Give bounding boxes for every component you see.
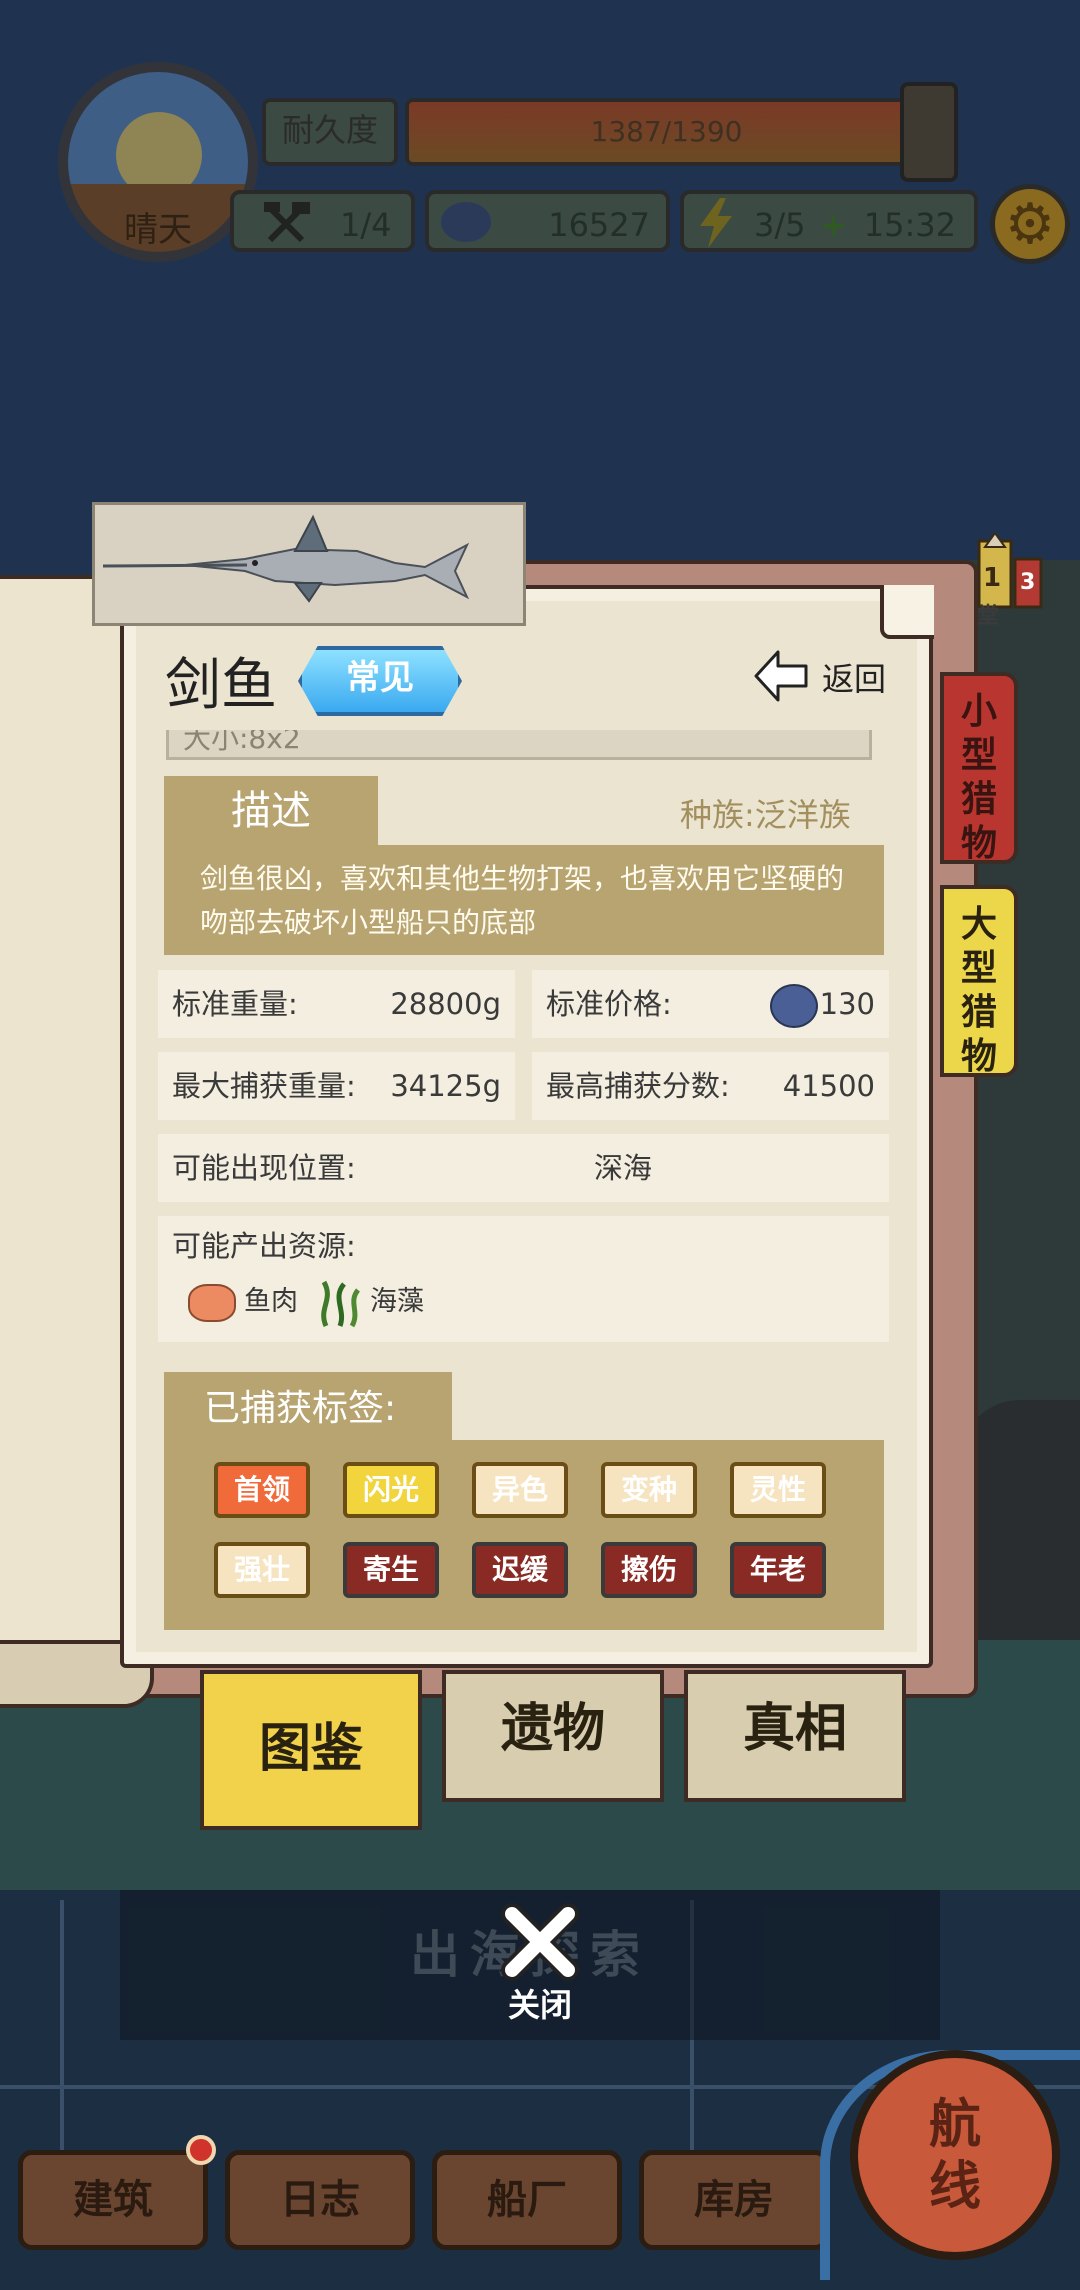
resources-label: 可能产出资源: [172,1229,356,1263]
tab-truth[interactable]: 真相 [684,1670,906,1802]
lightning-icon [700,198,732,248]
size-text: 大小:8x2 [166,730,872,760]
book-left-page [0,575,139,1683]
tag-shiny[interactable]: 闪光 [343,1462,439,1518]
shell-coin-icon [770,984,818,1028]
durability-value: 1387/1390 [590,115,743,148]
seaweed-icon [321,1280,361,1328]
max-score-value: 41500 [782,1069,875,1103]
tab-large-prey-label: 大型猎物 [960,904,997,1077]
location: 可能出现位置: 深海 [158,1134,889,1202]
grid-line [60,1900,64,2150]
durability-bar: 1387/1390 [405,98,928,166]
race-label: 种族:泛洋族 [680,796,851,834]
max-weight-label: 最大捕获重量: [172,1069,356,1103]
energy-timer: 15:32 [863,206,956,244]
tab-relics[interactable]: 遗物 [442,1670,664,1802]
tag-old[interactable]: 年老 [730,1542,826,1598]
captured-tags-title: 已捕获标签: [164,1372,452,1446]
resource-seaweed-label: 海藻 [370,1286,424,1317]
settings-gear-icon[interactable]: ⚙ [990,184,1070,264]
temple-rank: 1 [983,563,1002,593]
tool-count: 1/4 [340,206,392,244]
rarity-badge: 常见 [298,646,462,716]
hammer-pick-icon [264,202,310,243]
energy-counter[interactable]: 3/5 + 15:32 [680,190,978,252]
energy-amount: 3/5 [754,206,806,244]
weather-indicator: 晴天 [58,62,258,262]
fish-meat-icon [188,1284,236,1322]
standard-price-value: 130 [819,987,875,1021]
max-score: 最高捕获分数: 41500 [532,1052,889,1120]
nav-log[interactable]: 日志 [225,2150,415,2250]
tag-leader[interactable]: 首领 [214,1462,310,1518]
close-label[interactable]: 关闭 [490,1980,590,2026]
tag-strong[interactable]: 强壮 [214,1542,310,1598]
coin-amount: 16527 [548,206,650,244]
coin-counter[interactable]: 16527 [425,190,670,252]
back-button[interactable]: 返回 [752,648,902,708]
swordfish-icon [102,514,470,603]
description-tab: 描述 [164,776,378,846]
temple-badge: 3 [1020,570,1036,595]
route-label: 航线 [928,2094,981,2217]
description-text: 剑鱼很凶，喜欢和其他生物打架，也喜欢用它坚硬的吻部去破坏小型船只的底部 [164,845,884,955]
nav-building[interactable]: 建筑 [18,2150,208,2250]
back-arrow-icon [754,650,808,702]
standard-price-label: 标准价格: [546,987,672,1021]
tab-small-prey-label: 小型猎物 [960,691,997,864]
tag-parasite[interactable]: 寄生 [343,1542,439,1598]
durability-bar-cap [900,82,958,182]
tool-counter[interactable]: 1/4 [230,190,415,252]
page-corner [880,585,934,639]
standard-weight-label: 标准重量: [172,987,298,1021]
tab-encyclopedia[interactable]: 图鉴 [200,1670,422,1830]
tag-slow[interactable]: 迟缓 [472,1542,568,1598]
tab-small-prey[interactable]: 小型猎物 [940,672,1018,864]
max-score-label: 最高捕获分数: [546,1069,730,1103]
captured-tags-box: 首领 闪光 异色 变种 灵性 强壮 寄生 迟缓 擦伤 年老 [164,1440,884,1630]
fish-image-card [92,502,526,626]
standard-weight-value: 28800g [390,987,501,1021]
back-label: 返回 [822,660,887,698]
standard-price: 标准价格: 130 [532,970,889,1038]
location-value: 深海 [594,1151,653,1185]
tag-spirit[interactable]: 灵性 [730,1462,826,1518]
tag-variant[interactable]: 变种 [601,1462,697,1518]
durability-label: 耐久度 [262,98,398,166]
tab-large-prey[interactable]: 大型猎物 [940,885,1018,1077]
nav-shipyard[interactable]: 船厂 [432,2150,622,2250]
route-button[interactable]: 航线 [850,2050,1060,2260]
tag-scratched[interactable]: 擦伤 [601,1542,697,1598]
max-weight-value: 34125g [390,1069,501,1103]
nav-warehouse[interactable]: 库房 [639,2150,829,2250]
shell-coin-icon [441,202,491,242]
standard-weight: 标准重量: 28800g [158,970,515,1038]
plus-icon[interactable]: + [820,194,847,256]
resource-meat-label: 鱼肉 [244,1286,298,1317]
resources: 可能产出资源: 鱼肉 海藻 [158,1216,889,1342]
tag-odd-color[interactable]: 异色 [472,1462,568,1518]
location-label: 可能出现位置: [172,1151,356,1185]
weather-label: 晴天 [124,210,192,250]
max-weight: 最大捕获重量: 34125g [158,1052,515,1120]
fish-name: 剑鱼 [165,653,277,718]
close-icon[interactable] [500,1902,580,1982]
notification-dot [186,2135,216,2165]
